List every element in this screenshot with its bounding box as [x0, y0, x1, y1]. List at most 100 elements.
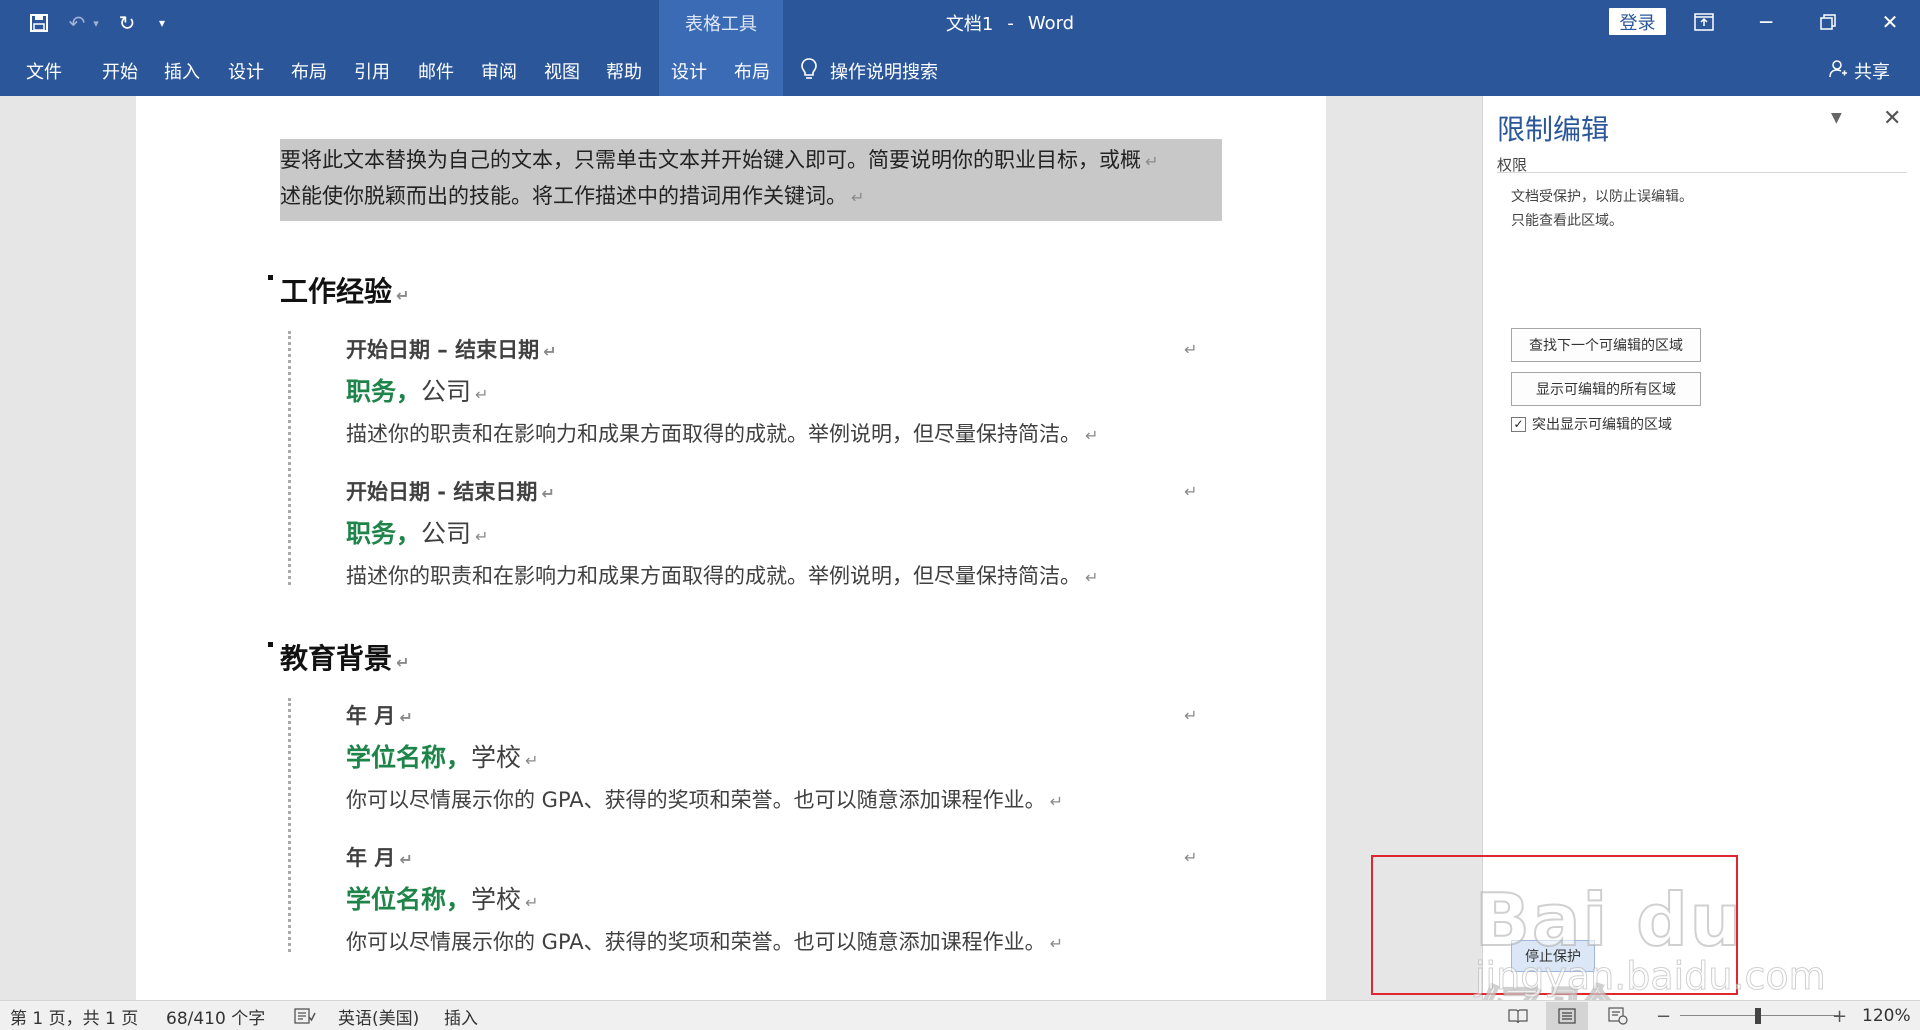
- tab-help[interactable]: 帮助: [600, 46, 648, 96]
- entry-description[interactable]: 描述你的职责和在影响力和成果方面取得的成就。举例说明，但尽量保持简洁。 ↵: [346, 560, 1098, 590]
- paragraph-mark: ↵: [396, 286, 410, 305]
- title-bar: ↶ ▾ ↻ ▾ 表格工具 文档1 - Word 登录 ─ ✕: [0, 0, 1920, 46]
- entry-date[interactable]: 开始日期 - 结束日期 ↵: [346, 476, 555, 506]
- paragraph-mark: ↵: [1184, 482, 1198, 501]
- highlight-regions-checkbox[interactable]: ✓ 突出显示可编辑的区域: [1511, 414, 1672, 434]
- entry-date-text: 开始日期 - 结束日期: [346, 480, 538, 504]
- paragraph-mark: ↵: [525, 893, 539, 912]
- person-icon: [1828, 59, 1848, 84]
- heading-text: 教育背景: [280, 642, 393, 675]
- pane-close-icon[interactable]: ✕: [1883, 106, 1901, 131]
- page-info[interactable]: 第 1 页，共 1 页: [10, 1001, 138, 1030]
- tab-review[interactable]: 审阅: [475, 46, 523, 96]
- tab-insert[interactable]: 插入: [158, 46, 206, 96]
- document-area[interactable]: 要将此文本替换为自己的文本，只需单击文本并开始键入即可。简要说明你的职业目标，或…: [0, 96, 1482, 1000]
- entry-title-text: 职务，: [346, 519, 422, 548]
- entry-date[interactable]: 年 月 ↵: [346, 700, 413, 730]
- redo-icon[interactable]: ↻: [112, 8, 142, 38]
- tab-layout[interactable]: 布局: [285, 46, 333, 96]
- paragraph-mark: ↵: [475, 385, 489, 404]
- pane-title: 限制编辑: [1497, 113, 1610, 146]
- save-icon[interactable]: [24, 8, 54, 38]
- web-layout-icon[interactable]: [1600, 1002, 1636, 1030]
- entry-description[interactable]: 描述你的职责和在影响力和成果方面取得的成就。举例说明，但尽量保持简洁。 ↵: [346, 418, 1098, 448]
- tab-view[interactable]: 视图: [538, 46, 586, 96]
- entry-date-text: 年 月: [346, 846, 396, 870]
- tab-home[interactable]: 开始: [96, 46, 144, 96]
- zoom-out-icon[interactable]: −: [1656, 1001, 1671, 1030]
- entry-title[interactable]: 职务，公司 ↵: [346, 514, 488, 550]
- undo-dropdown-icon[interactable]: ▾: [86, 8, 106, 38]
- ribbon-tab-row: 文件 开始 插入 设计 布局 引用 邮件 审阅 视图 帮助 设计 布局 操作说明…: [0, 46, 1920, 96]
- paragraph-mark: ↵: [525, 751, 539, 770]
- pane-options-icon[interactable]: ▼: [1831, 110, 1842, 126]
- tell-me-search[interactable]: 操作说明搜索: [800, 46, 938, 96]
- proofing-icon[interactable]: [294, 1001, 316, 1030]
- app-name: Word: [1027, 12, 1075, 34]
- section-rule: [288, 331, 291, 585]
- zoom-slider-thumb[interactable]: [1755, 1008, 1761, 1024]
- status-bar: 第 1 页，共 1 页 68/410 个字 英语(美国) 插入 − + 120%: [0, 1000, 1920, 1030]
- share-button[interactable]: 共享: [1828, 46, 1890, 96]
- tab-table-design[interactable]: 设计: [665, 46, 713, 96]
- paragraph-mark: ↵: [1145, 152, 1159, 171]
- intro-text-line-2[interactable]: 述能使你脱颖而出的技能。将工作描述中的措词用作关键词。 ↵: [280, 180, 864, 210]
- entry-date[interactable]: 年 月 ↵: [346, 842, 413, 872]
- zoom-in-icon[interactable]: +: [1832, 1001, 1847, 1030]
- paragraph-mark: ↵: [1085, 426, 1099, 445]
- entry-title[interactable]: 学位名称，学校 ↵: [346, 738, 538, 774]
- tab-design[interactable]: 设计: [222, 46, 270, 96]
- word-count[interactable]: 68/410 个字: [166, 1001, 265, 1030]
- tab-file[interactable]: 文件: [16, 46, 72, 96]
- paragraph-mark: ↵: [1184, 848, 1198, 867]
- language[interactable]: 英语(美国): [338, 1001, 419, 1030]
- entry-desc-text: 描述你的职责和在影响力和成果方面取得的成就。举例说明，但尽量保持简洁。: [346, 564, 1081, 588]
- find-next-region-button[interactable]: 查找下一个可编辑的区域: [1511, 328, 1701, 362]
- tab-table-layout[interactable]: 布局: [728, 46, 776, 96]
- heading-marker: [268, 275, 273, 280]
- paragraph-mark: ↵: [399, 850, 413, 869]
- lightbulb-icon: [800, 57, 818, 86]
- restore-icon[interactable]: [1800, 0, 1856, 44]
- insert-mode[interactable]: 插入: [444, 1001, 478, 1030]
- minimize-icon[interactable]: ─: [1738, 0, 1794, 44]
- close-icon[interactable]: ✕: [1862, 0, 1918, 44]
- entry-org-text: 学校: [471, 885, 522, 914]
- tab-references[interactable]: 引用: [348, 46, 396, 96]
- entry-title[interactable]: 学位名称，学校 ↵: [346, 880, 538, 916]
- entry-description[interactable]: 你可以尽情展示你的 GPA、获得的奖项和荣誉。也可以随意添加课程作业。 ↵: [346, 784, 1063, 814]
- section-heading[interactable]: 教育背景 ↵: [280, 637, 409, 677]
- zoom-level[interactable]: 120%: [1862, 1001, 1911, 1030]
- paragraph-mark: ↵: [1085, 568, 1099, 587]
- tell-me-label: 操作说明搜索: [830, 62, 938, 83]
- entry-desc-text: 你可以尽情展示你的 GPA、获得的奖项和荣誉。也可以随意添加课程作业。: [346, 788, 1046, 812]
- entry-title[interactable]: 职务，公司 ↵: [346, 372, 488, 408]
- view-only-info: 只能查看此区域。: [1511, 213, 1623, 229]
- section-rule: [288, 698, 291, 952]
- paragraph-mark: ↵: [851, 188, 865, 207]
- entry-date[interactable]: 开始日期 – 结束日期 ↵: [346, 334, 557, 364]
- window-title: 文档1 - Word: [820, 0, 1200, 46]
- entry-date-text: 年 月: [346, 704, 396, 728]
- highlight-regions-label: 突出显示可编辑的区域: [1532, 417, 1672, 433]
- intro-text: 述能使你脱颖而出的技能。将工作描述中的措词用作关键词。: [280, 184, 847, 208]
- entry-description[interactable]: 你可以尽情展示你的 GPA、获得的奖项和荣誉。也可以随意添加课程作业。 ↵: [346, 926, 1063, 956]
- customize-toolbar-icon[interactable]: ▾: [152, 8, 172, 38]
- checkbox-checked-icon[interactable]: ✓: [1511, 416, 1526, 432]
- show-all-regions-button[interactable]: 显示可编辑的所有区域: [1511, 372, 1701, 406]
- paragraph-mark: ↵: [1184, 340, 1198, 359]
- red-annotation-box: [1371, 855, 1738, 995]
- paragraph-mark: ↵: [1049, 934, 1064, 953]
- print-layout-icon[interactable]: [1546, 1002, 1588, 1030]
- table-tools-label: 表格工具: [659, 0, 783, 46]
- read-mode-icon[interactable]: [1500, 1002, 1536, 1030]
- signin-button[interactable]: 登录: [1609, 8, 1666, 35]
- section-heading[interactable]: 工作经验 ↵: [280, 270, 409, 310]
- heading-text: 工作经验: [280, 275, 393, 308]
- intro-text-line-1[interactable]: 要将此文本替换为自己的文本，只需单击文本并开始键入即可。简要说明你的职业目标，或…: [280, 144, 1158, 174]
- entry-org-text: 公司: [421, 377, 472, 406]
- document-page[interactable]: 要将此文本替换为自己的文本，只需单击文本并开始键入即可。简要说明你的职业目标，或…: [136, 96, 1326, 1000]
- tab-mailings[interactable]: 邮件: [412, 46, 460, 96]
- ribbon-display-options-icon[interactable]: [1676, 0, 1732, 44]
- paragraph-mark: ↵: [1184, 706, 1198, 725]
